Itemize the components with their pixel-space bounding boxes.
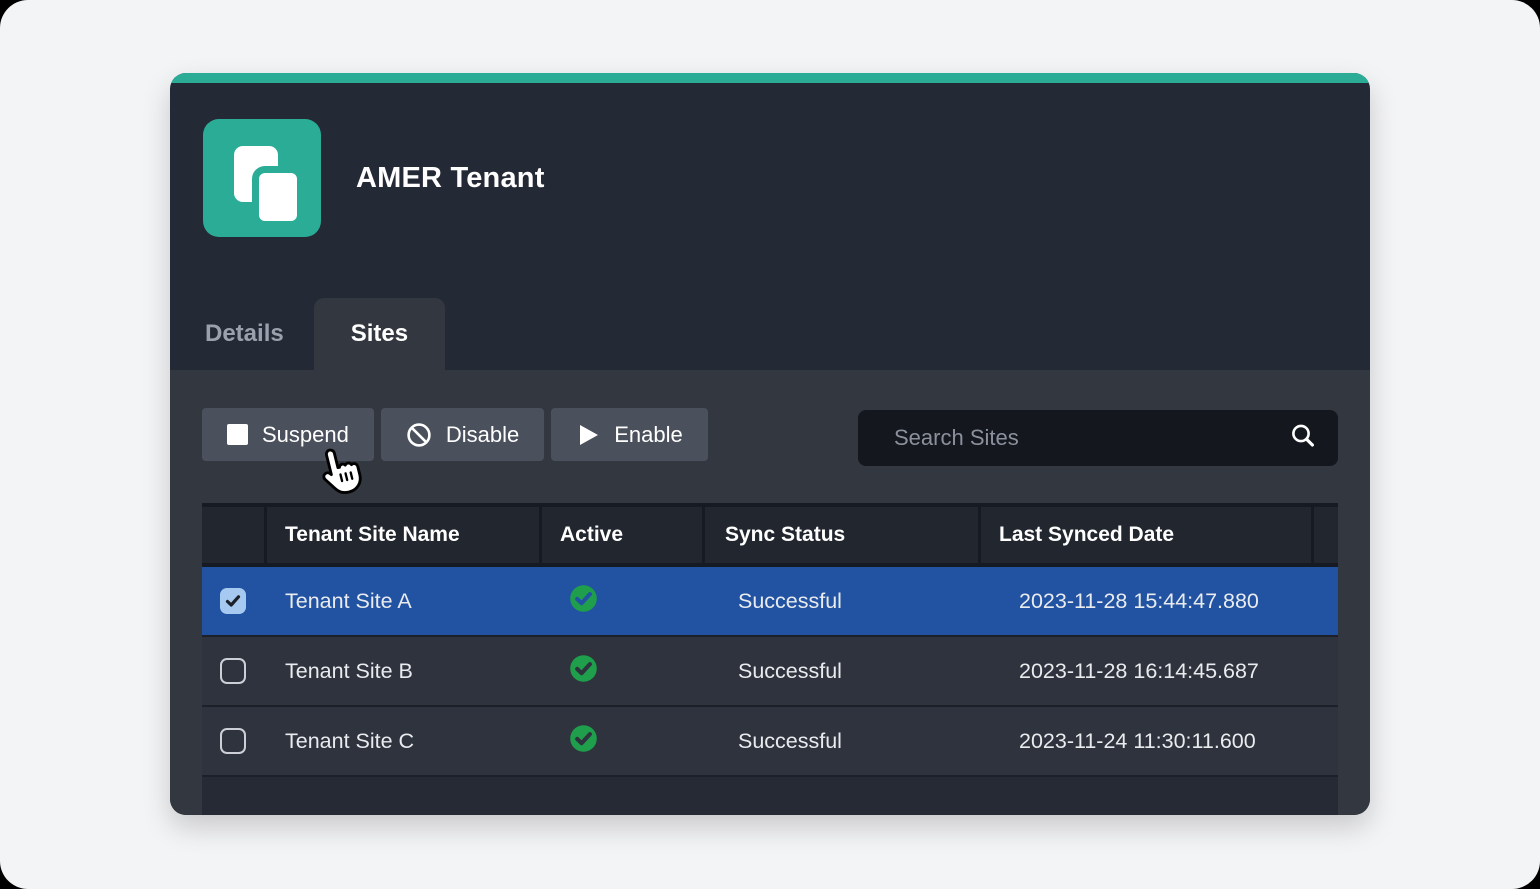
header-active: Active [542,507,702,563]
last-synced-date-cell: 2023-11-24 11:30:11.600 [981,729,1311,754]
sites-tab-panel: Suspend Disable [170,370,1370,815]
row-checkbox[interactable] [220,728,246,754]
sync-status-cell: Successful [705,659,978,684]
table-row[interactable]: Tenant Site C Successful 2023-11-24 11:3… [202,707,1338,777]
active-cell [542,654,702,688]
header-sync-status: Sync Status [705,507,978,563]
card-header: AMER Tenant [170,83,1370,243]
card-accent-bar [170,73,1370,83]
active-cell [542,584,702,618]
copy-square-front [252,166,304,228]
tab-details[interactable]: Details [205,298,314,370]
row-checkbox[interactable] [220,588,246,614]
header-trailing-cell [1314,507,1338,563]
search-box [858,410,1338,466]
table-row[interactable]: Tenant Site A Successful 2023-11-28 15:4… [202,567,1338,637]
table-row[interactable]: Tenant Site B Successful 2023-11-28 16:1… [202,637,1338,707]
tab-bar: Details Sites [205,298,445,370]
active-check-icon [569,724,598,758]
toolbar: Suspend Disable [202,408,708,461]
sync-status-cell: Successful [705,729,978,754]
disable-button-label: Disable [446,422,519,448]
play-icon [576,423,600,447]
row-checkbox[interactable] [220,658,246,684]
last-synced-date-cell: 2023-11-28 15:44:47.880 [981,589,1311,614]
search-input[interactable] [892,424,1288,452]
table-header-row: Tenant Site Name Active Sync Status Last… [202,503,1338,567]
suspend-button-label: Suspend [262,422,349,448]
enable-button-label: Enable [614,422,683,448]
enable-button[interactable]: Enable [551,408,708,461]
tenant-site-name-cell: Tenant Site B [267,659,539,684]
sync-status-cell: Successful [705,589,978,614]
header-checkbox-cell [202,507,264,563]
table-body: Tenant Site A Successful 2023-11-28 15:4… [202,567,1338,777]
header-tenant-site-name: Tenant Site Name [267,507,539,563]
suspend-button[interactable]: Suspend [202,408,374,461]
header-last-synced-date: Last Synced Date [981,507,1311,563]
row-checkbox-cell [202,658,264,684]
disable-button[interactable]: Disable [381,408,544,461]
active-cell [542,724,702,758]
sites-table: Tenant Site Name Active Sync Status Last… [202,503,1338,815]
prohibition-icon [406,422,432,448]
tenant-card: AMER Tenant Details Sites Suspend [170,73,1370,815]
tenant-site-name-cell: Tenant Site A [267,589,539,614]
search-icon[interactable] [1288,421,1318,456]
active-check-icon [569,584,598,618]
tab-sites[interactable]: Sites [314,298,445,370]
active-check-icon [569,654,598,688]
row-checkbox-cell [202,588,264,614]
row-checkbox-cell [202,728,264,754]
stop-square-icon [227,424,248,445]
tenant-site-name-cell: Tenant Site C [267,729,539,754]
last-synced-date-cell: 2023-11-28 16:14:45.687 [981,659,1311,684]
copy-squares-icon [203,119,321,237]
page-background: AMER Tenant Details Sites Suspend [0,0,1540,889]
page-title: AMER Tenant [356,162,545,195]
